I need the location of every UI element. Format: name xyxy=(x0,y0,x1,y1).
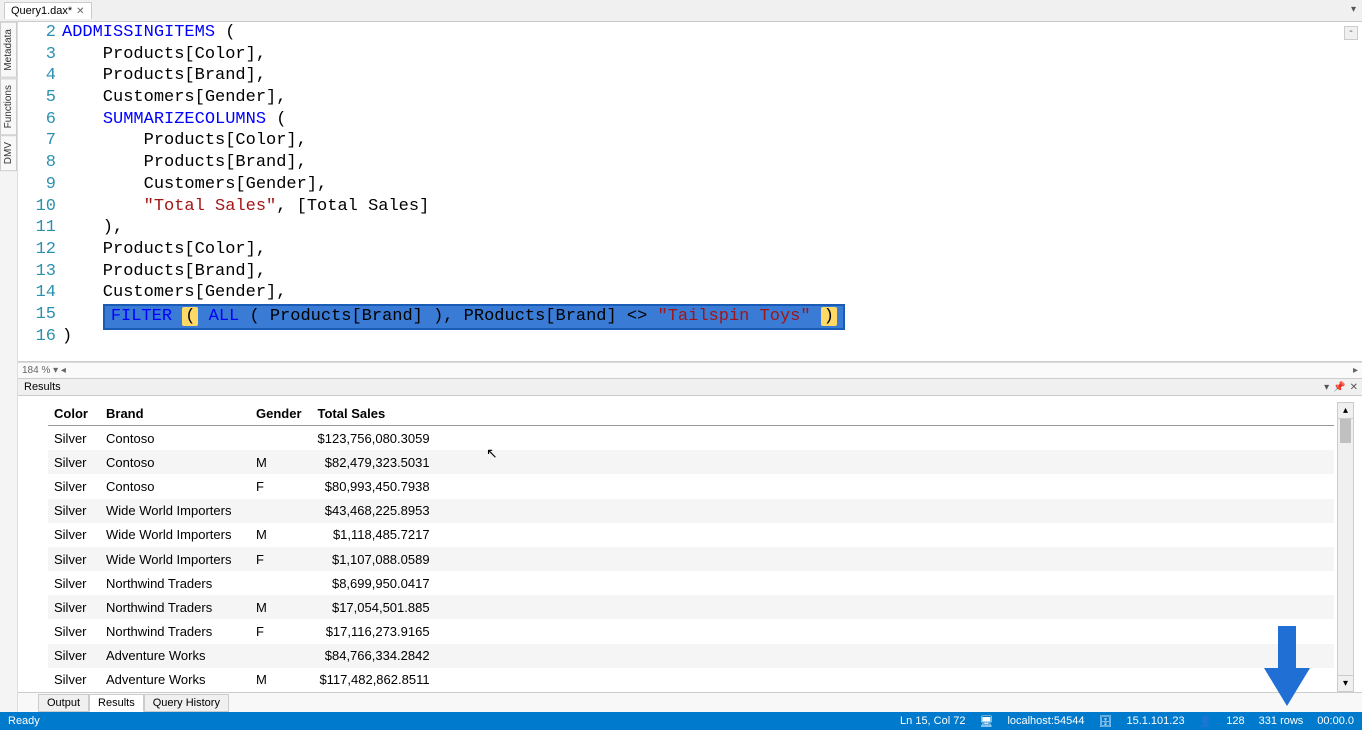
table-row[interactable]: SilverAdventure WorksM$117,482,862.8511 xyxy=(48,668,1334,692)
editor-wrap: - 2345678910111213141516 ADDMISSINGITEMS… xyxy=(18,22,1362,712)
tab-query-history[interactable]: Query History xyxy=(144,694,229,712)
file-tab-label: Query1.dax* xyxy=(11,5,72,17)
close-icon[interactable]: ✕ xyxy=(1350,382,1358,393)
side-tabs: Metadata Functions DMV xyxy=(0,22,18,712)
status-rows: 331 rows xyxy=(1259,715,1304,727)
table-row[interactable]: SilverContoso$123,756,080.3059 xyxy=(48,426,1334,451)
table-row[interactable]: SilverNorthwind Traders$8,699,950.0417 xyxy=(48,571,1334,595)
status-server: localhost:54544 xyxy=(1007,715,1084,727)
column-header[interactable]: Gender xyxy=(250,402,312,426)
chevron-down-icon[interactable]: ▾ xyxy=(1351,4,1356,15)
column-header[interactable]: Brand xyxy=(100,402,250,426)
line-gutter: 2345678910111213141516 xyxy=(18,22,62,361)
main-area: Metadata Functions DMV - 234567891011121… xyxy=(0,22,1362,712)
vertical-scrollbar[interactable]: ▴ ▾ xyxy=(1337,402,1354,692)
tab-output[interactable]: Output xyxy=(38,694,89,712)
tab-bar: Query1.dax* ✕ ▾ xyxy=(0,0,1362,22)
table-row[interactable]: SilverWide World ImportersF$1,107,088.05… xyxy=(48,547,1334,571)
side-tab-functions[interactable]: Functions xyxy=(0,78,17,135)
table-row[interactable]: SilverWide World Importers$43,468,225.89… xyxy=(48,499,1334,523)
status-cursor-pos: Ln 15, Col 72 xyxy=(900,715,965,727)
pin-icon[interactable]: 📌 xyxy=(1333,382,1345,393)
table-row[interactable]: SilverAdventure Works$84,766,334.2842 xyxy=(48,644,1334,668)
code-lines[interactable]: ADDMISSINGITEMS ( Products[Color], Produ… xyxy=(62,22,1362,361)
file-tab[interactable]: Query1.dax* ✕ xyxy=(4,2,92,19)
column-header[interactable]: Total Sales xyxy=(312,402,440,426)
tab-results[interactable]: Results xyxy=(89,694,144,712)
status-ready: Ready xyxy=(8,715,40,727)
status-time: 00:00.0 xyxy=(1317,715,1354,727)
table-row[interactable]: SilverContosoM$82,479,323.5031 xyxy=(48,450,1334,474)
cube-icon: 🗄 xyxy=(1099,715,1113,728)
side-tab-metadata[interactable]: Metadata xyxy=(0,22,17,78)
table-row[interactable]: SilverWide World ImportersM$1,118,485.72… xyxy=(48,523,1334,547)
scroll-down-icon[interactable]: ▾ xyxy=(1338,675,1353,691)
user-icon: 👤 xyxy=(1199,715,1213,728)
results-pane-header: Results ▾ 📌 ✕ xyxy=(18,378,1362,396)
code-editor[interactable]: - 2345678910111213141516 ADDMISSINGITEMS… xyxy=(18,22,1362,362)
server-icon: 🖥 xyxy=(979,715,993,728)
dropdown-icon[interactable]: ▾ xyxy=(1324,382,1329,393)
table-row[interactable]: SilverContosoF$80,993,450.7938 xyxy=(48,474,1334,498)
zoom-level[interactable]: 184 % ▾ ◂ xyxy=(22,365,66,376)
results-grid[interactable]: ColorBrandGenderTotal Sales SilverContos… xyxy=(48,402,1334,692)
results-grid-wrap: ColorBrandGenderTotal Sales SilverContos… xyxy=(18,396,1362,692)
close-icon[interactable]: ✕ xyxy=(76,6,84,17)
scroll-thumb[interactable] xyxy=(1340,419,1351,443)
side-tab-dmv[interactable]: DMV xyxy=(0,135,17,171)
table-row[interactable]: SilverNorthwind TradersM$17,054,501.885 xyxy=(48,595,1334,619)
zoom-bar: 184 % ▾ ◂ ▸ xyxy=(18,362,1362,378)
status-version: 15.1.101.23 xyxy=(1126,715,1184,727)
table-row[interactable]: SilverNorthwind TradersF$17,116,273.9165 xyxy=(48,619,1334,643)
results-pane-title: Results xyxy=(24,381,61,393)
status-spid: 128 xyxy=(1226,715,1244,727)
scroll-right-icon[interactable]: ▸ xyxy=(1353,365,1358,376)
column-header[interactable]: Color xyxy=(48,402,100,426)
collapse-icon[interactable]: - xyxy=(1344,26,1358,40)
bottom-tabs: Output Results Query History xyxy=(18,692,1362,712)
status-bar: Ready Ln 15, Col 72 🖥 localhost:54544 🗄 … xyxy=(0,712,1362,730)
scroll-up-icon[interactable]: ▴ xyxy=(1338,403,1353,419)
